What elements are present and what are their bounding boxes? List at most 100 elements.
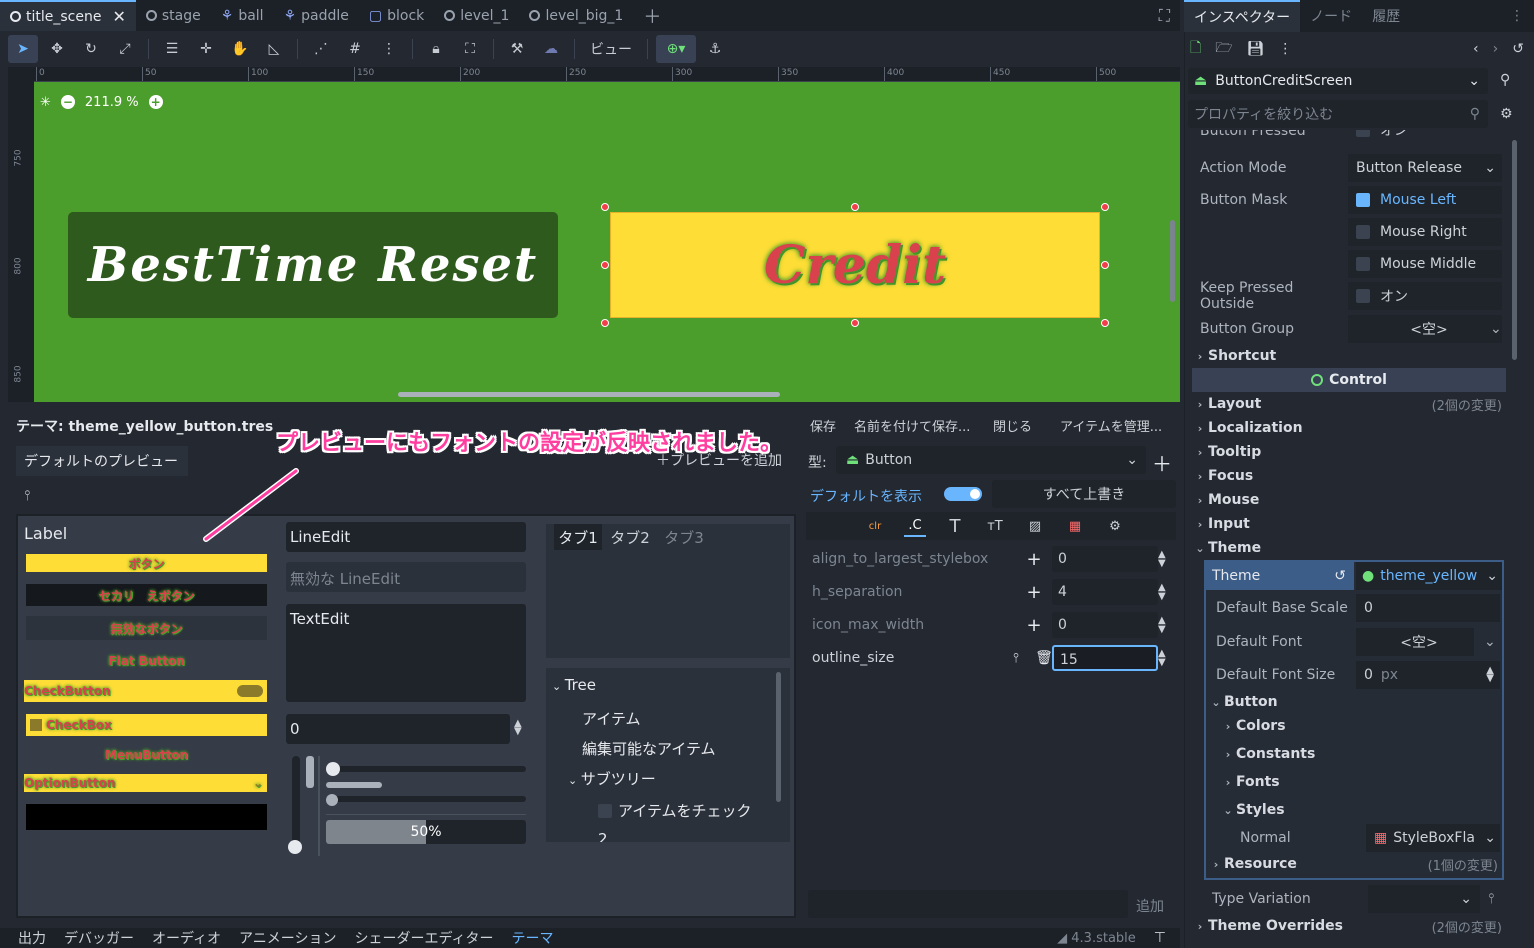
default-font-size-input[interactable]: 0 px ▲ ▼ bbox=[1356, 661, 1500, 689]
selection-handle[interactable] bbox=[1101, 261, 1109, 269]
add-override-button[interactable]: + bbox=[1024, 582, 1044, 603]
selection-handle[interactable] bbox=[601, 203, 609, 211]
inspector-scrollbar[interactable] bbox=[1512, 140, 1517, 360]
scene-tab-ball[interactable]: ⚘ ball bbox=[211, 0, 274, 31]
move-tool-icon[interactable]: ✥ bbox=[42, 35, 72, 63]
close-icon[interactable]: ✕ bbox=[112, 7, 125, 26]
tree-scrollbar[interactable] bbox=[776, 672, 781, 802]
preview-vscroll[interactable] bbox=[306, 756, 314, 788]
preview-spinbox[interactable]: 0 bbox=[286, 714, 510, 744]
default-base-scale-input[interactable]: 0 bbox=[1356, 594, 1500, 622]
preview-button[interactable]: ボタン bbox=[26, 554, 267, 572]
tab-inspector[interactable]: インスペクター bbox=[1184, 0, 1301, 32]
tab-history[interactable]: 履歴 bbox=[1362, 0, 1410, 32]
tree-check-item[interactable]: アイテムをチェック bbox=[598, 800, 752, 821]
prop-value[interactable]: 4 bbox=[1052, 579, 1158, 605]
viewport-vscroll[interactable] bbox=[1170, 220, 1175, 302]
override-all-button[interactable]: すべて上書き bbox=[992, 480, 1176, 508]
constant-icon[interactable]: .C bbox=[904, 515, 926, 537]
add-override-button[interactable]: + bbox=[1024, 549, 1044, 570]
fullscreen-icon[interactable]: ⛶ bbox=[1149, 0, 1180, 31]
slider-grabber[interactable] bbox=[326, 762, 340, 776]
section-fonts[interactable]: › Fonts bbox=[1220, 770, 1502, 794]
manage-items-button[interactable]: アイテムを管理... bbox=[1060, 416, 1162, 435]
pan-tool-icon[interactable]: ✋ bbox=[225, 35, 255, 63]
pivot-tool-icon[interactable]: ✛ bbox=[191, 35, 221, 63]
keep-pressed-checkbox[interactable]: オン bbox=[1348, 282, 1502, 310]
add-type-button[interactable]: ＋ bbox=[1152, 448, 1172, 477]
type-variation-select[interactable]: ⌄ bbox=[1368, 885, 1480, 913]
close-button[interactable]: 閉じる bbox=[993, 416, 1032, 435]
theme-resource-picker[interactable]: ● theme_yellow ⌄ bbox=[1356, 562, 1502, 590]
tree-subtree[interactable]: ⌄ サブツリー bbox=[568, 768, 656, 789]
smart-snap-icon[interactable]: ⋰ bbox=[306, 35, 336, 63]
preview-hscroll[interactable] bbox=[326, 782, 382, 788]
tab-shader-editor[interactable]: シェーダーエディター bbox=[354, 928, 493, 948]
section-styles[interactable]: ⌄ Styles bbox=[1220, 798, 1502, 822]
section-mouse[interactable]: › Mouse bbox=[1192, 488, 1506, 512]
scene-tab-level-big-1[interactable]: level_big_1 bbox=[519, 0, 633, 31]
default-font-picker[interactable]: <空> bbox=[1356, 628, 1474, 656]
mask-left-checkbox[interactable]: Mouse Left bbox=[1348, 186, 1502, 214]
scene-tab-block[interactable]: ▢ block bbox=[359, 0, 434, 31]
stylebox-icon[interactable]: ▦ bbox=[1064, 515, 1086, 537]
slider-grabber[interactable] bbox=[288, 840, 302, 854]
section-input[interactable]: › Input bbox=[1192, 512, 1506, 536]
prop-value-editing[interactable]: 15 bbox=[1052, 645, 1158, 671]
pin-icon[interactable]: ⫯ bbox=[1006, 651, 1026, 666]
spin-arrows-icon[interactable]: ▲ ▼ bbox=[1158, 649, 1166, 668]
node-selector[interactable]: ⏏ ButtonCreditScreen ⌄ bbox=[1188, 68, 1488, 94]
selection-handle[interactable] bbox=[601, 261, 609, 269]
section-focus[interactable]: › Focus bbox=[1192, 464, 1506, 488]
pin-panel-icon[interactable]: ⊤ bbox=[1154, 930, 1166, 946]
button-group-select[interactable]: <空> bbox=[1348, 315, 1502, 343]
section-theme[interactable]: ⌄ Theme bbox=[1192, 536, 1506, 560]
more-icon[interactable]: ⋮ bbox=[1278, 41, 1292, 57]
back-icon[interactable]: ‹ bbox=[1473, 41, 1479, 57]
new-resource-icon[interactable]: 🗋︎ bbox=[1190, 37, 1201, 61]
picker-icon[interactable]: ⫯ bbox=[24, 488, 30, 504]
scale-tool-icon[interactable]: ⤢ bbox=[110, 35, 140, 63]
save-icon[interactable]: 💾︎ bbox=[1247, 41, 1265, 57]
image-icon[interactable]: ▨ bbox=[1024, 515, 1046, 537]
normal-stylebox-picker[interactable]: ▦ StyleBoxFla ⌄ bbox=[1366, 824, 1500, 852]
tree-item[interactable]: アイテム bbox=[582, 708, 641, 729]
filter-options-icon[interactable]: ⚙ bbox=[1500, 106, 1513, 122]
preview-option-button[interactable]: OptionButton ⌄ bbox=[24, 774, 267, 792]
section-localization[interactable]: › Localization bbox=[1192, 416, 1506, 440]
preview-toggle-button[interactable]: セカリ えボタン bbox=[26, 584, 267, 606]
chevron-down-icon[interactable]: ⌄ bbox=[1490, 321, 1502, 337]
add-item-button[interactable]: 追加 bbox=[1136, 896, 1164, 916]
trash-icon[interactable]: 🗑︎ bbox=[1034, 650, 1054, 666]
color-icon[interactable]: clr bbox=[864, 515, 886, 537]
grid-snap-icon[interactable]: # bbox=[340, 35, 370, 63]
preview-tab-1[interactable]: タブ1 bbox=[554, 524, 602, 550]
action-mode-select[interactable]: Button Release ⌄ bbox=[1348, 154, 1502, 182]
section-constants[interactable]: › Constants bbox=[1220, 742, 1502, 766]
tree-root[interactable]: ⌄ Tree bbox=[552, 676, 596, 694]
lock-icon[interactable]: 🔒︎ bbox=[421, 35, 451, 63]
preview-vslider[interactable] bbox=[292, 756, 300, 846]
preview-checkbox[interactable]: CheckBox bbox=[26, 714, 267, 736]
section-resource[interactable]: › Resource (1個の変更) bbox=[1208, 852, 1502, 876]
revert-icon[interactable]: ↺ bbox=[1334, 568, 1346, 584]
group-icon[interactable]: ⛶ bbox=[455, 35, 485, 63]
anchor-icon[interactable]: ⚓ bbox=[700, 35, 730, 63]
property-filter-input[interactable]: プロパティを絞り込む ⚲ bbox=[1188, 100, 1488, 128]
tab-default-preview[interactable]: デフォルトのプレビュー bbox=[16, 446, 188, 476]
save-as-button[interactable]: 名前を付けて保存... bbox=[854, 416, 970, 435]
selection-handle[interactable] bbox=[1101, 319, 1109, 327]
scene-tab-stage[interactable]: stage bbox=[136, 0, 211, 31]
show-default-toggle[interactable] bbox=[944, 487, 982, 501]
forward-icon[interactable]: › bbox=[1493, 41, 1499, 57]
section-colors[interactable]: › Colors bbox=[1220, 714, 1502, 738]
spin-arrows-icon[interactable]: ▲ ▼ bbox=[514, 719, 522, 737]
rotate-tool-icon[interactable]: ↻ bbox=[76, 35, 106, 63]
ruler-tool-icon[interactable]: ◺ bbox=[259, 35, 289, 63]
selection-handle[interactable] bbox=[851, 203, 859, 211]
tab-animation[interactable]: アニメーション bbox=[239, 928, 336, 948]
section-theme-overrides[interactable]: › Theme Overrides (2個の変更) bbox=[1192, 914, 1506, 938]
tree-item-editable[interactable]: 編集可能なアイテム bbox=[582, 738, 716, 759]
prop-value[interactable]: 0 bbox=[1052, 546, 1158, 572]
scroll-grabber[interactable] bbox=[326, 794, 338, 806]
